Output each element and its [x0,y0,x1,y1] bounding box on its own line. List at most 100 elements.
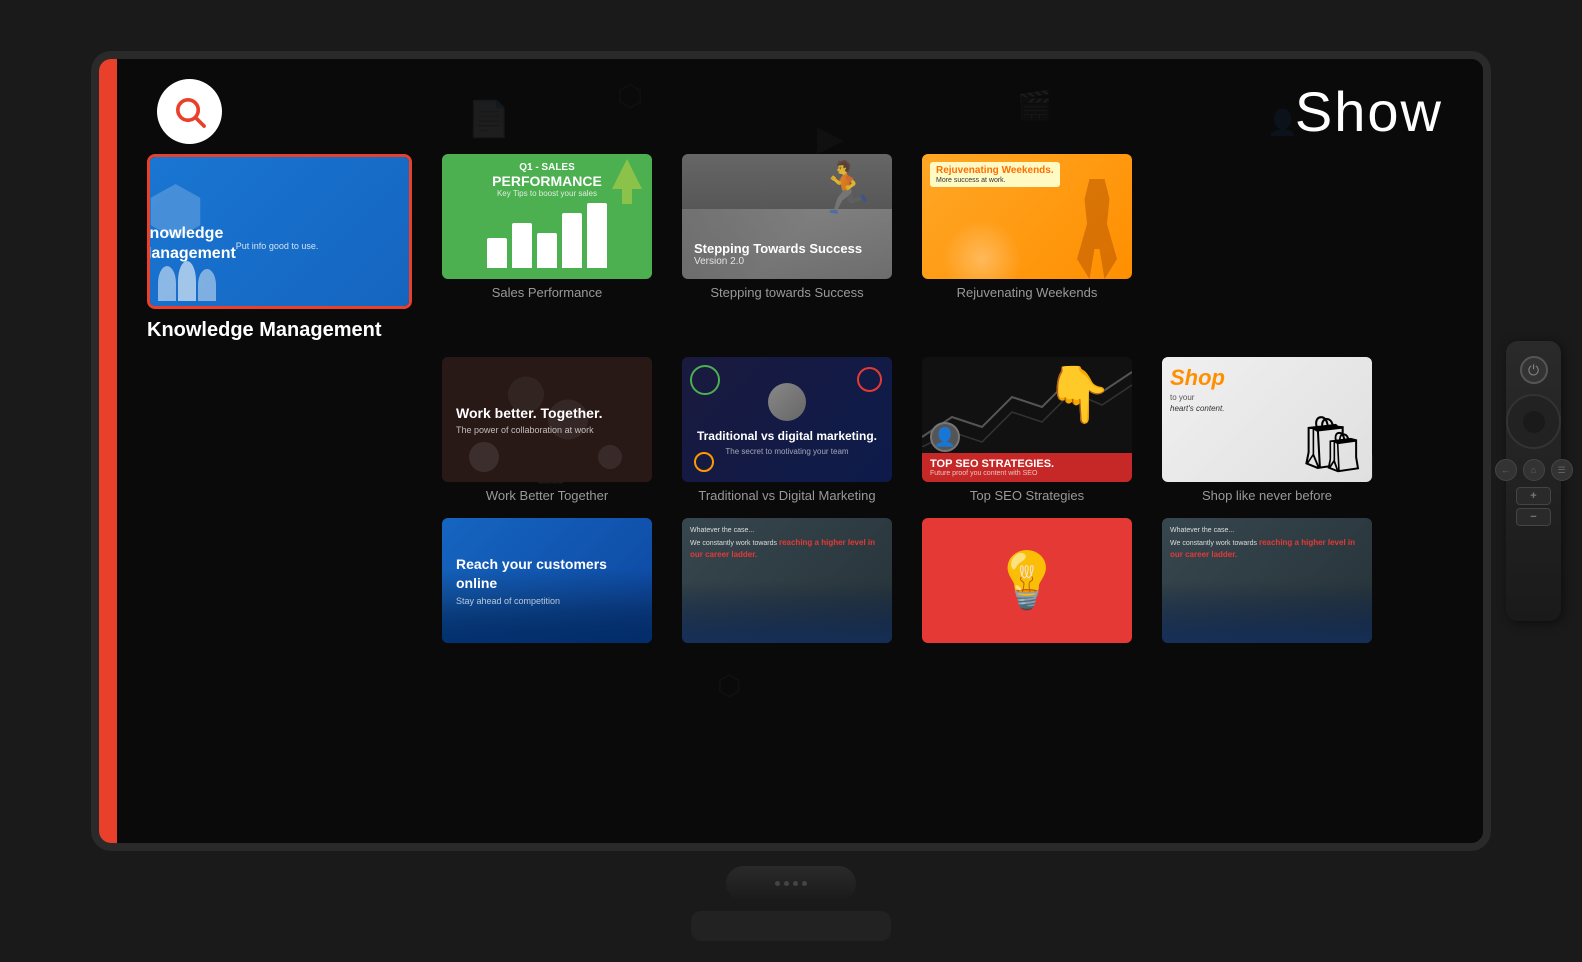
seo-title: TOP SEO STRATEGIES. [930,458,1124,470]
item-shop[interactable]: Shop to yourheart's content. 🛍 Shop like… [1162,357,1372,503]
label-shop: Shop like never before [1202,488,1332,503]
label-work-better: Work Better Together [486,488,608,503]
career-content-2: Whatever the case... We constantly work … [1170,526,1364,562]
item-bulb[interactable]: 💡 [922,518,1132,643]
set-top-box [726,866,856,901]
dpad-center[interactable] [1523,411,1545,433]
seo-subtitle: Future proof you content with SEO [930,470,1124,477]
remote-row-1: ← ⌂ ☰ [1495,459,1573,481]
red-accent-bar [99,59,117,843]
item-rejuvenating-weekends[interactable]: Rejuvenating Weekends. More success at w… [922,154,1132,300]
dot3 [793,881,798,886]
steps-main-title: Stepping Towards Success [694,241,862,256]
home-button[interactable]: ⌂ [1523,459,1545,481]
thumb-work-better: Work better. Together. The power of coll… [442,357,652,482]
remote-buttons: ← ⌂ ☰ + − [1514,459,1553,526]
item-traditional-digital[interactable]: Traditional vs digital marketing. The se… [682,357,892,503]
rejuv-title: Rejuvenating Weekends. [936,165,1054,177]
header: Show [117,59,1483,154]
item-career-1[interactable]: Whatever the case... We constantly work … [682,518,892,643]
trad-title: Traditional vs digital marketing. [697,429,877,445]
main-content: KnowledgeManagement Put info good to use… [117,154,1483,653]
work-subtitle: The power of collaboration at work [456,425,638,435]
steps-caption: Stepping Towards Success Version 2.0 [694,241,862,267]
woman-silhouette [1072,179,1122,279]
reach-overlay: Reach your customers online Stay ahead o… [442,518,652,643]
search-button[interactable] [157,79,222,144]
perf-label: PERFORMANCE [492,173,602,189]
shop-word: Shop [1170,365,1225,391]
label-traditional-digital: Traditional vs Digital Marketing [698,488,875,503]
top-row: KnowledgeManagement Put info good to use… [147,154,1453,342]
dot2 [784,881,789,886]
circle-orange [694,452,714,472]
vol-up-button[interactable]: + [1516,487,1551,505]
label-knowledge-management: Knowledge Management [147,319,381,342]
mid-row: Work better. Together. The power of coll… [147,357,1453,503]
bar4 [562,213,582,268]
vol-down-button[interactable]: − [1516,508,1551,526]
trad-subtitle: The secret to motivating your team [725,447,848,456]
thumb-stepping-success: 🏃 Stepping Towards Success Version 2.0 [682,154,892,279]
thumb-rejuvenating-weekends: Rejuvenating Weekends. More success at w… [922,154,1132,279]
seo-red-banner: TOP SEO STRATEGIES. Future proof you con… [922,453,1132,482]
item-work-better[interactable]: Work better. Together. The power of coll… [442,357,652,503]
label-stepping-success: Stepping towards Success [710,285,863,300]
career-text-prefix-2: Whatever the case... [1170,527,1234,534]
tv-screen: 📄 ⬡ ▶ ⬡ 🎬 💡 👤 ✈ 📊 💬 🔍 📈 ⬡ [91,51,1491,851]
career-text-main: We constantly work towards reaching a hi… [690,540,875,560]
tips-label: Key Tips to boost your sales [492,189,602,198]
item-top-seo[interactable]: 👆 👤 TOP SEO STRATEGIES. Future proof you… [922,357,1132,503]
career-text-main-2: We constantly work towards reaching a hi… [1170,540,1355,560]
item-knowledge-management[interactable]: KnowledgeManagement Put info good to use… [147,154,412,342]
q1-label: Q1 - SALES [492,162,602,173]
runner-icon: 🏃 [815,159,877,218]
km-title: KnowledgeManagement [147,224,236,262]
label-top-seo: Top SEO Strategies [970,488,1084,503]
thumb-reach-customers: Reach your customers online Stay ahead o… [442,518,652,643]
reach-title: Reach your customers online [456,555,638,591]
bulb-icon: 💡 [993,548,1061,613]
label-rejuvenating-weekends: Rejuvenating Weekends [957,285,1098,300]
item-career-2[interactable]: Whatever the case... We constantly work … [1162,518,1372,643]
shop-phrase: to yourheart's content. [1170,392,1224,414]
career-content-1: Whatever the case... We constantly work … [690,526,884,562]
item-stepping-success[interactable]: 🏃 Stepping Towards Success Version 2.0 S… [682,154,892,300]
thumb-career-2: Whatever the case... We constantly work … [1162,518,1372,643]
dot4 [802,881,807,886]
tv-wrapper: 📄 ⬡ ▶ ⬡ 🎬 💡 👤 ✈ 📊 💬 🔍 📈 ⬡ [91,51,1491,911]
thumb-career-1: Whatever the case... We constantly work … [682,518,892,643]
app-title: Show [1295,79,1443,144]
thumb-sales-performance: Q1 - SALES PERFORMANCE Key Tips to boost… [442,154,652,279]
label-sales-performance: Sales Performance [492,285,603,300]
bar5 [587,203,607,268]
km-sub: Put info good to use. [236,241,319,251]
bot-row: Reach your customers online Stay ahead o… [147,518,1453,643]
bar2 [512,223,532,268]
bar3 [537,233,557,268]
remote-control: ⏻ ← ⌂ ☰ + − [1506,341,1561,621]
hand-icon: 👆 [1044,362,1112,427]
tv-stand-base [691,911,891,941]
career-text-prefix: Whatever the case... [690,527,754,534]
steps-subtitle: Version 2.0 [694,256,862,267]
circle-red [857,367,882,392]
menu-button[interactable]: ☰ [1551,459,1573,481]
thumb-knowledge-management: KnowledgeManagement Put info good to use… [147,154,412,309]
power-button[interactable]: ⏻ [1520,356,1548,384]
search-icon [172,94,207,129]
thumb-top-seo: 👆 👤 TOP SEO STRATEGIES. Future proof you… [922,357,1132,482]
rejuv-sub: More success at work. [936,177,1054,184]
volume-buttons: + − [1516,487,1551,526]
item-sales-performance[interactable]: Q1 - SALES PERFORMANCE Key Tips to boost… [442,154,652,300]
bar1 [487,238,507,268]
back-button[interactable]: ← [1495,459,1517,481]
work-title: Work better. Together. [456,404,638,422]
rejuv-title-box: Rejuvenating Weekends. More success at w… [930,162,1060,187]
dpad[interactable] [1506,394,1561,449]
avatar-circle [768,383,806,421]
item-reach-customers[interactable]: Reach your customers online Stay ahead o… [442,518,652,643]
thumb-bulb: 💡 [922,518,1132,643]
work-overlay: Work better. Together. The power of coll… [442,357,652,482]
thumb-shop: Shop to yourheart's content. 🛍 [1162,357,1372,482]
